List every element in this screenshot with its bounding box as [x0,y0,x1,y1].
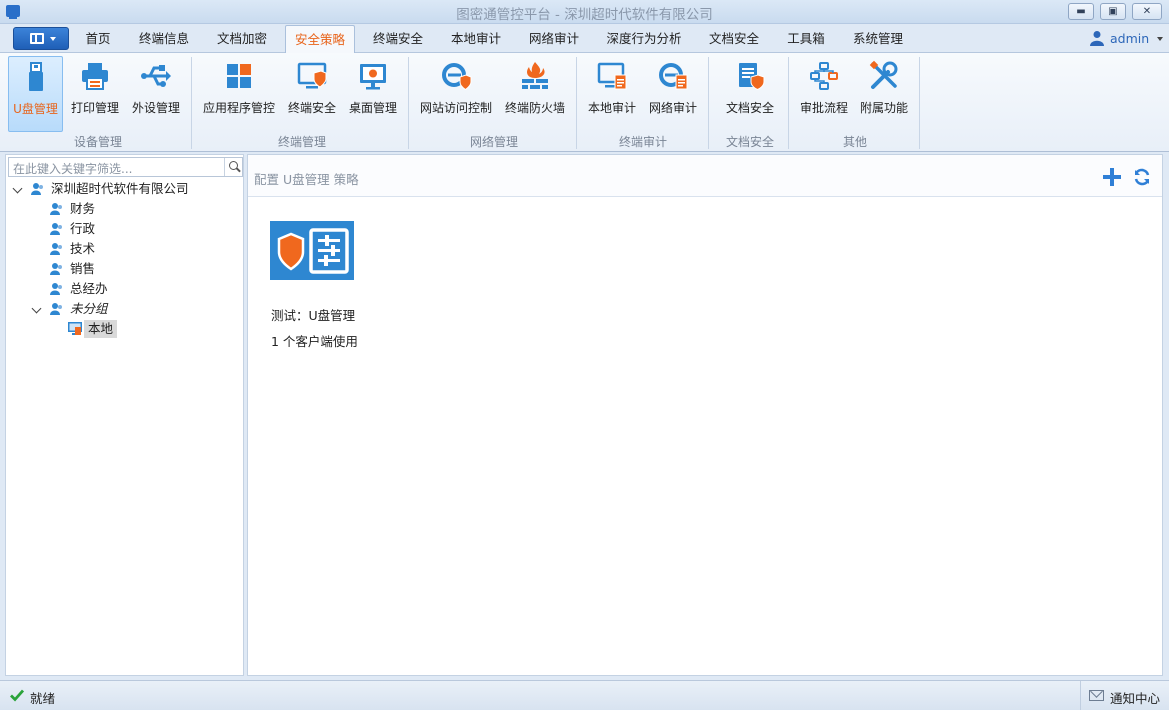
ribbon-tabs: 首页 终端信息 文档加密 安全策略 终端安全 本地审计 网络审计 深度行为分析 … [0,25,1169,54]
check-icon [10,689,24,702]
policy-name: 测试：U盘管理 [271,308,356,323]
group-label-device: 设备管理 [73,135,122,149]
usb-policy-icon [277,228,349,274]
tab-behavior-analysis[interactable]: 深度行为分析 [598,25,690,53]
group-divider [919,57,920,149]
usb-symbol-icon [141,65,171,87]
tools-icon [869,60,898,89]
terminal-security-button[interactable]: 终端安全 [283,56,341,132]
tab-security-policy[interactable]: 安全策略 [285,25,355,54]
notification-center-button[interactable]: 通知中心 [1080,681,1169,710]
document-security-button[interactable]: 文档安全 [716,56,784,132]
mail-icon [1089,690,1104,701]
group-divider [576,57,577,149]
status-bar: 就绪 通知中心 [0,680,1169,710]
extra-features-button[interactable]: 附属功能 [857,56,911,132]
tab-toolbox[interactable]: 工具箱 [776,25,836,53]
chevron-down-icon[interactable] [31,303,42,314]
notification-label: 通知中心 [1110,691,1161,706]
print-manage-button[interactable]: 打印管理 [67,56,123,132]
local-audit-button[interactable]: 本地审计 [583,56,641,132]
browser-shield-icon [442,63,472,91]
tree-search-input[interactable]: 在此键入关键字筛选... [8,157,243,177]
tab-doc-encryption[interactable]: 文档加密 [206,25,278,53]
minimize-icon: ▬ [1076,6,1086,17]
group-divider [408,57,409,149]
search-icon[interactable] [224,158,242,176]
status-text: 就绪 [30,691,56,706]
group-icon [31,183,43,195]
group-icon [50,263,62,275]
peripheral-manage-button[interactable]: 外设管理 [127,56,185,132]
policy-card[interactable] [270,221,354,280]
policy-header: 配置 U盘管理 策略 [248,155,1162,197]
tab-network-audit[interactable]: 网络审计 [518,25,590,53]
refresh-icon[interactable] [1132,167,1152,187]
app-control-button[interactable]: 应用程序管控 [199,56,279,132]
breadcrumb: 配置 U盘管理 策略 [254,172,359,187]
chevron-down-icon[interactable] [12,183,23,194]
search-placeholder: 在此键入关键字筛选... [13,162,133,176]
document-shield-icon [739,63,765,91]
group-icon [50,203,62,215]
chevron-down-icon [50,37,56,41]
group-icon [50,243,62,255]
monitor-doc-icon [597,62,627,90]
group-icon [50,283,62,295]
group-icon [50,223,62,235]
group-icon [50,303,62,315]
network-audit-button[interactable]: 网络审计 [645,56,701,132]
maximize-icon: ▣ [1108,6,1118,17]
tab-doc-security[interactable]: 文档安全 [698,25,770,53]
monitor-shield-icon [297,62,327,89]
usb-drive-icon [28,62,43,91]
printer-icon [82,63,108,90]
usb-manage-button[interactable]: U盘管理 [8,56,63,132]
tab-home[interactable]: 首页 [74,25,122,53]
user-name: admin [1110,31,1150,46]
add-icon[interactable] [1103,168,1121,186]
terminal-firewall-button[interactable]: 终端防火墙 [500,56,570,132]
chevron-down-icon [1157,37,1163,41]
approval-flow-button[interactable]: 审批流程 [795,56,853,132]
policy-client-count: 1 个客户端使用 [271,334,358,349]
desktop-icon [360,64,386,90]
tab-terminal-info[interactable]: 终端信息 [128,25,200,53]
user-icon [1090,31,1104,46]
tab-system-admin[interactable]: 系统管理 [842,25,914,53]
tab-local-audit[interactable]: 本地审计 [440,25,512,53]
app-menu-button[interactable] [13,27,69,50]
computer-icon [68,322,82,335]
window-title: 图密通管控平台 - 深圳超时代软件有限公司 [456,7,713,23]
group-divider [191,57,192,149]
group-label-doc-security: 文档安全 [725,135,774,149]
close-icon: ✕ [1142,6,1152,17]
desktop-manage-button[interactable]: 桌面管理 [345,56,401,132]
group-divider [788,57,789,149]
close-button[interactable]: ✕ [1132,3,1162,20]
title-bar: 图密通管控平台 - 深圳超时代软件有限公司 ▬ ▣ ✕ [0,0,1169,24]
workflow-icon [810,62,838,90]
maximize-button[interactable]: ▣ [1100,3,1126,20]
app-grid-icon [227,64,251,88]
ribbon: U盘管理 打印管理 外设管理 设备管理 应用程序管控 终端安全 桌面管理 终端管… [0,53,1169,152]
web-access-control-button[interactable]: 网站访问控制 [416,56,496,132]
group-label-other: 其他 [842,135,867,149]
group-label-terminal-audit: 终端审计 [618,135,667,149]
org-tree-panel: 在此键入关键字筛选... 深圳超时代软件有限公司 财务 行政 技术 销售 总经办… [5,154,244,676]
group-label-network: 网络管理 [469,135,518,149]
group-divider [708,57,709,149]
minimize-button[interactable]: ▬ [1068,3,1094,20]
group-label-terminal: 终端管理 [277,135,326,149]
tab-terminal-security[interactable]: 终端安全 [362,25,434,53]
policy-panel: 配置 U盘管理 策略 测试：U盘管理 1 个客户端使用 [247,154,1163,676]
browser-doc-icon [659,63,688,90]
menu-icon [30,33,44,44]
firewall-icon [522,62,548,89]
